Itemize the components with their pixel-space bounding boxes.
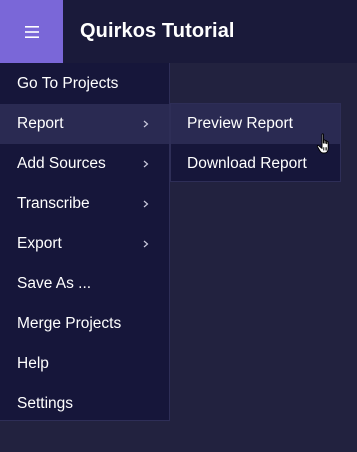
submenu-item-label: Preview Report <box>187 115 293 132</box>
menu-item-export[interactable]: Export <box>0 224 169 264</box>
submenu-item-preview-report[interactable]: Preview Report <box>171 104 340 144</box>
menu-item-label: Save As ... <box>17 275 92 292</box>
menu-item-save-as[interactable]: Save As ... <box>0 264 169 304</box>
menu-item-transcribe[interactable]: Transcribe <box>0 184 169 224</box>
menu-item-report[interactable]: Report <box>0 104 169 144</box>
menu-item-label: Merge Projects <box>17 315 122 332</box>
chevron-right-icon <box>143 224 149 264</box>
hamburger-icon <box>24 25 39 38</box>
menu-item-label: Report <box>17 115 64 132</box>
app-title: Quirkos Tutorial <box>80 20 235 42</box>
submenu-item-download-report[interactable]: Download Report <box>171 144 340 184</box>
menu-item-settings[interactable]: Settings <box>0 384 169 424</box>
report-submenu: Preview Report Download Report <box>170 103 341 182</box>
chevron-right-icon <box>143 104 149 144</box>
menu-item-label: Settings <box>17 395 74 412</box>
menu-item-label: Help <box>17 355 49 372</box>
chevron-right-icon <box>143 144 149 184</box>
menu-item-label: Go To Projects <box>17 75 119 92</box>
menu-item-go-to-projects[interactable]: Go To Projects <box>0 64 169 104</box>
menu-item-merge-projects[interactable]: Merge Projects <box>0 304 169 344</box>
menu-toggle-button[interactable] <box>0 0 63 63</box>
top-bar: Quirkos Tutorial <box>0 0 357 63</box>
menu-item-label: Export <box>17 235 62 252</box>
menu-item-label: Transcribe <box>17 195 90 212</box>
submenu-item-label: Download Report <box>187 155 307 172</box>
chevron-right-icon <box>143 184 149 224</box>
menu-item-add-sources[interactable]: Add Sources <box>0 144 169 184</box>
menu-item-label: Add Sources <box>17 155 106 172</box>
menu-item-help[interactable]: Help <box>0 344 169 384</box>
main-menu: Go To Projects Report Add Sources Transc… <box>0 63 170 421</box>
